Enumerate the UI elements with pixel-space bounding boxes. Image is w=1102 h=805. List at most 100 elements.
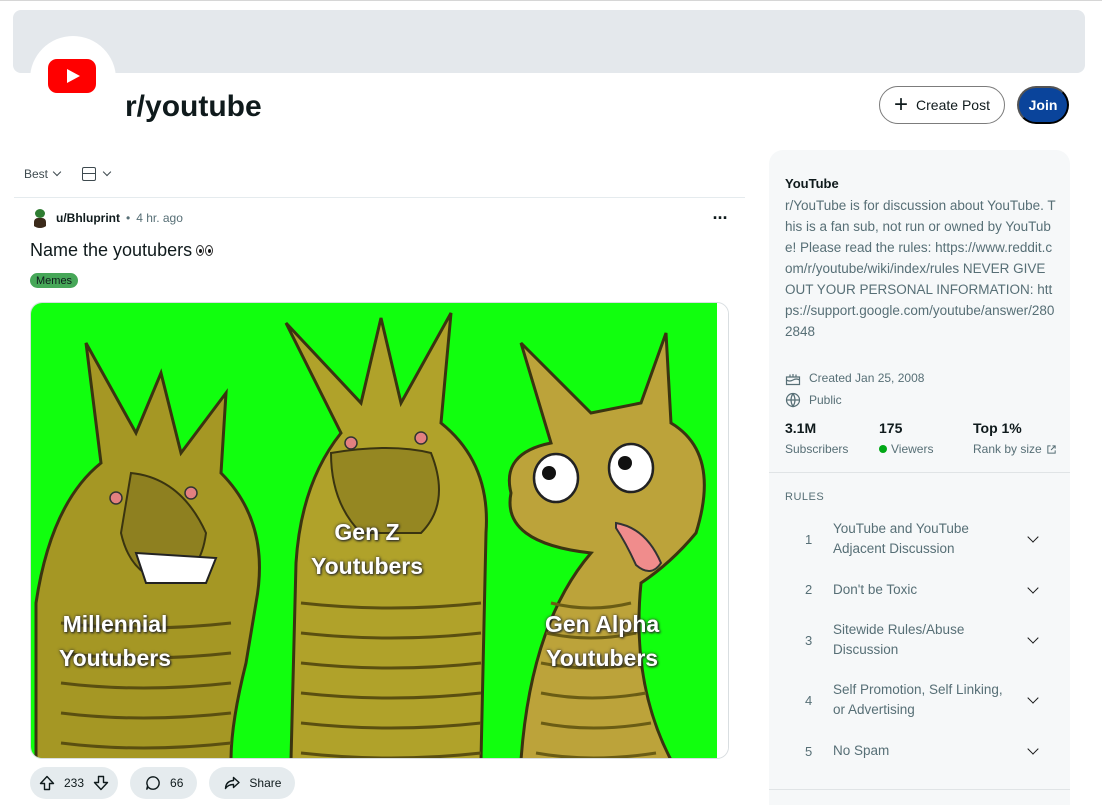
sidebar-divider bbox=[769, 472, 1070, 473]
post-image[interactable]: Millennial Youtubers Gen Z Youtubers Gen… bbox=[30, 302, 729, 759]
stat-value: Top 1% bbox=[973, 420, 1022, 436]
post-title[interactable]: Name the youtubers bbox=[30, 240, 214, 261]
rule-text: No Spam bbox=[833, 743, 890, 758]
label-line: Gen Z bbox=[334, 519, 400, 545]
comment-count: 66 bbox=[170, 776, 184, 790]
stat-subscribers: 3.1M Subscribers bbox=[785, 420, 879, 456]
rule-text: Sitewide Rules/Abuse Discussion bbox=[833, 622, 965, 657]
stat-label: Subscribers bbox=[785, 442, 879, 456]
more-options-icon[interactable]: ··· bbox=[710, 206, 730, 230]
stat-viewers: 175 Viewers bbox=[879, 420, 973, 456]
avatar-head bbox=[35, 209, 45, 218]
rule-item[interactable]: 1 YouTube and YouTube Adjacent Discussio… bbox=[785, 515, 1057, 563]
post-title-text: Name the youtubers bbox=[30, 240, 193, 260]
chevron-down-icon bbox=[52, 167, 62, 177]
online-dot-icon bbox=[879, 445, 887, 453]
rules-list: 1 YouTube and YouTube Adjacent Discussio… bbox=[785, 515, 1057, 766]
card-layout-icon bbox=[82, 167, 97, 181]
community-stats: 3.1M Subscribers 175 Viewers Top 1% Rank… bbox=[785, 420, 1060, 456]
post-time: 4 hr. ago bbox=[136, 211, 183, 225]
feed-controls: Best bbox=[24, 162, 112, 186]
downvote-icon[interactable] bbox=[92, 774, 110, 792]
rule-number: 4 bbox=[805, 692, 813, 708]
sidebar-description: r/YouTube is for discussion about YouTub… bbox=[785, 198, 1056, 339]
stat-value: 3.1M bbox=[785, 420, 817, 436]
upvote-icon[interactable] bbox=[38, 774, 56, 792]
rules-heading: RULES bbox=[785, 491, 825, 503]
visibility: Public bbox=[785, 392, 842, 408]
stat-label: Viewers bbox=[879, 442, 973, 456]
external-link-icon bbox=[1047, 444, 1056, 454]
sidebar-bottom-divider bbox=[769, 789, 1070, 790]
share-button[interactable]: Share bbox=[209, 767, 296, 799]
chevron-down-icon[interactable] bbox=[1027, 743, 1039, 755]
post-meta: u/Bhluprint • 4 hr. ago bbox=[30, 206, 183, 230]
stat-label-text: Rank by size bbox=[973, 442, 1042, 456]
plus-icon: + bbox=[894, 91, 909, 118]
comments-button[interactable]: 66 bbox=[130, 767, 198, 799]
share-icon bbox=[223, 774, 241, 792]
rule-number: 3 bbox=[805, 632, 813, 648]
post-flair[interactable]: Memes bbox=[30, 273, 79, 288]
created-text: Created Jan 25, 2008 bbox=[809, 371, 925, 385]
join-button[interactable]: Join bbox=[1017, 86, 1069, 124]
rule-text: YouTube and YouTube Adjacent Discussion bbox=[833, 521, 969, 556]
post-actions: 233 66 Share bbox=[30, 767, 296, 799]
stat-value: 175 bbox=[879, 420, 903, 436]
avatar-body bbox=[34, 218, 46, 228]
chevron-down-icon[interactable] bbox=[1027, 581, 1039, 594]
community-sidebar: YouTube r/YouTube is for discussion abou… bbox=[769, 150, 1070, 805]
chevron-down-icon bbox=[102, 167, 112, 177]
sidebar-title: YouTube bbox=[785, 176, 839, 191]
view-layout-dropdown[interactable] bbox=[82, 167, 112, 181]
stat-label-text: Viewers bbox=[891, 442, 934, 456]
chevron-down-icon[interactable] bbox=[1027, 692, 1039, 704]
globe-icon bbox=[785, 392, 801, 408]
eye-right bbox=[205, 245, 214, 256]
chevron-down-icon[interactable] bbox=[1027, 531, 1039, 543]
rule-number: 1 bbox=[805, 531, 813, 547]
create-post-label: Create Post bbox=[916, 97, 990, 113]
rule-item[interactable]: 5 No Spam bbox=[785, 736, 1057, 766]
cake-icon bbox=[785, 374, 801, 386]
meta-separator: • bbox=[125, 211, 131, 225]
top-border bbox=[0, 0, 1102, 1]
eyes-emoji-icon bbox=[196, 245, 214, 256]
vote-control: 233 bbox=[30, 767, 119, 799]
label-millennial: Millennial Youtubers bbox=[59, 607, 171, 675]
vote-count: 233 bbox=[64, 776, 85, 790]
label-line: Youtubers bbox=[311, 553, 424, 579]
rule-text: Self Promotion, Self Linking, or Adverti… bbox=[833, 682, 1003, 717]
chevron-down-icon[interactable] bbox=[1027, 632, 1039, 644]
rule-text: Don't be Toxic bbox=[833, 581, 918, 597]
youtube-logo-icon bbox=[48, 59, 96, 93]
stat-rank[interactable]: Top 1% Rank by size bbox=[973, 420, 1057, 456]
label-gen-alpha: Gen Alpha Youtubers bbox=[545, 607, 659, 675]
user-avatar[interactable] bbox=[30, 208, 50, 228]
rule-number: 2 bbox=[805, 582, 813, 597]
community-banner bbox=[13, 10, 1085, 73]
label-line: Millennial bbox=[62, 611, 168, 637]
create-post-button[interactable]: + Create Post bbox=[879, 86, 1005, 124]
label-line: Gen Alpha bbox=[545, 611, 660, 637]
sort-label: Best bbox=[24, 167, 49, 181]
feed-divider bbox=[14, 197, 745, 198]
visibility-text: Public bbox=[809, 393, 842, 407]
rule-item[interactable]: 2 Don't be Toxic bbox=[785, 563, 1057, 616]
label-line: Youtubers bbox=[59, 645, 172, 671]
rule-number: 5 bbox=[805, 743, 813, 759]
label-line: Youtubers bbox=[546, 645, 659, 671]
comment-icon bbox=[144, 774, 162, 792]
sort-dropdown[interactable]: Best bbox=[24, 167, 62, 181]
eye-left bbox=[196, 245, 205, 256]
post-author[interactable]: u/Bhluprint bbox=[56, 211, 120, 225]
rule-item[interactable]: 4 Self Promotion, Self Linking, or Adver… bbox=[785, 664, 1057, 736]
community-avatar bbox=[30, 36, 116, 122]
page-title: r/youtube bbox=[125, 90, 262, 123]
stat-label: Rank by size bbox=[973, 442, 1057, 456]
rule-item[interactable]: 3 Sitewide Rules/Abuse Discussion bbox=[785, 616, 1057, 664]
stat-label-text: Subscribers bbox=[785, 442, 849, 456]
share-label: Share bbox=[249, 776, 282, 790]
label-gen-z: Gen Z Youtubers bbox=[311, 515, 423, 583]
created-date: Created Jan 25, 2008 bbox=[785, 370, 924, 386]
